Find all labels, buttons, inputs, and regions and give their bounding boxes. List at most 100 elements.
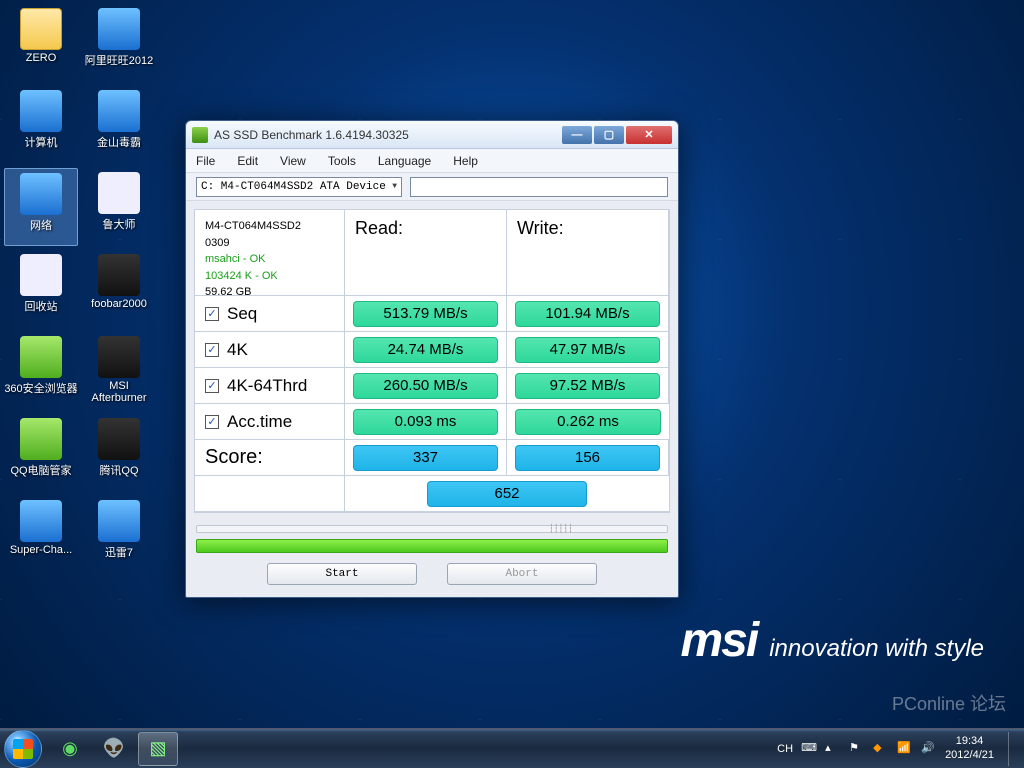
score-label-cell: Score: (195, 440, 345, 476)
score-total: 652 (427, 481, 587, 507)
menu-file[interactable]: File (196, 154, 215, 168)
menubar: File Edit View Tools Language Help (186, 149, 678, 173)
minimize-button[interactable]: — (562, 126, 592, 144)
menu-view[interactable]: View (280, 154, 306, 168)
desktop-icon-1[interactable]: 阿里旺旺2012 (82, 4, 156, 82)
desktop-icon-11[interactable]: 腾讯QQ (82, 414, 156, 492)
checkbox-0[interactable]: ✓ (205, 307, 219, 321)
volume-icon[interactable]: 🔊 (921, 741, 937, 757)
row-label-3: ✓ Acc.time (195, 404, 345, 440)
taskbar-item-as-ssd[interactable]: ▧ (138, 732, 178, 766)
desktop-icon-label: foobar2000 (91, 298, 147, 310)
desktop-icon-label: 网络 (30, 217, 52, 233)
tray-chevron-icon[interactable]: ▴ (825, 741, 841, 757)
desktop-icon-9[interactable]: MSI Afterburner (82, 332, 156, 410)
desktop-icon-2[interactable]: 计算机 (4, 86, 78, 164)
desktop-icon-8[interactable]: 360安全浏览器 (4, 332, 78, 410)
desktop-icon-glyph (20, 90, 62, 132)
desktop-icon-glyph (98, 172, 140, 214)
desktop-icon-label: QQ电脑管家 (10, 462, 71, 478)
row-read-2: 260.50 MB/s (345, 368, 507, 404)
taskbar-item-foobar[interactable]: 👽 (94, 732, 134, 766)
network-icon[interactable]: 📶 (897, 741, 913, 757)
row-label-text: 4K-64Thrd (227, 376, 307, 396)
device-driver: msahci - OK (205, 251, 266, 268)
desktop-icon-10[interactable]: QQ电脑管家 (4, 414, 78, 492)
read-value: 260.50 MB/s (353, 373, 498, 399)
desktop-icon-glyph (98, 8, 140, 50)
desktop-icon-glyph (20, 173, 62, 215)
progress-thin: ┆┆┆┆┆ (196, 525, 668, 533)
menu-edit[interactable]: Edit (237, 154, 258, 168)
desktop-icon-label: 腾讯QQ (99, 462, 138, 478)
device-combobox[interactable]: C: M4-CT064M4SSD2 ATA Device ▼ (196, 177, 402, 197)
desktop-icon-glyph (98, 336, 140, 378)
taskbar: ◉ 👽 ▧ CH ⌨ ▴ ⚑ ◆ 📶 🔊 19:34 2012/4/21 (0, 728, 1024, 768)
taskbar-item-ie[interactable]: ◉ (50, 732, 90, 766)
read-value: 0.093 ms (353, 409, 498, 435)
menu-language[interactable]: Language (378, 154, 431, 168)
score-total-cell: 652 (345, 476, 669, 512)
checkbox-2[interactable]: ✓ (205, 379, 219, 393)
desktop-icon-5[interactable]: 鲁大师 (82, 168, 156, 246)
checkbox-1[interactable]: ✓ (205, 343, 219, 357)
device-model: M4-CT064M4SSD2 (205, 218, 301, 235)
as-ssd-benchmark-window: AS SSD Benchmark 1.6.4194.30325 — ▢ ✕ Fi… (185, 120, 679, 598)
desktop-icon-glyph (98, 90, 140, 132)
start-button[interactable] (4, 730, 42, 768)
desktop-icon-0[interactable]: ZERO (4, 4, 78, 82)
desktop-icon-glyph (20, 500, 62, 542)
msi-logo: msi (681, 613, 758, 668)
desktop-icon-label: ZERO (26, 52, 57, 64)
titlebar[interactable]: AS SSD Benchmark 1.6.4194.30325 — ▢ ✕ (186, 121, 678, 149)
score-write: 156 (515, 445, 660, 471)
device-fw: 0309 (205, 235, 229, 252)
tray-lang[interactable]: CH (777, 743, 793, 755)
row-write-1: 47.97 MB/s (507, 332, 669, 368)
row-label-1: ✓4K (195, 332, 345, 368)
path-textfield[interactable] (410, 177, 668, 197)
maximize-button[interactable]: ▢ (594, 126, 624, 144)
desktop-icon-glyph (98, 500, 140, 542)
device-iops: 103424 K - OK (205, 268, 278, 285)
desktop-icon-label: Super-Cha... (10, 544, 72, 556)
menu-tools[interactable]: Tools (328, 154, 356, 168)
desktop-icon-label: 回收站 (25, 298, 58, 314)
tray-time: 19:34 (945, 735, 994, 748)
desktop-icon-label: 计算机 (25, 134, 58, 150)
keyboard-icon[interactable]: ⌨ (801, 741, 817, 757)
start-button[interactable]: Start (267, 563, 417, 585)
desktop-icon-label: 鲁大师 (103, 216, 136, 232)
desktop-icon-glyph (98, 418, 140, 460)
desktop-icon-glyph (20, 254, 62, 296)
desktop-icon-label: 阿里旺旺2012 (85, 52, 153, 68)
menu-help[interactable]: Help (453, 154, 478, 168)
button-row: Start Abort (186, 555, 678, 597)
desktop-icon-6[interactable]: 回收站 (4, 250, 78, 328)
abort-button: Abort (447, 563, 597, 585)
row-read-3: 0.093 ms (345, 404, 507, 440)
close-button[interactable]: ✕ (626, 126, 672, 144)
write-value: 97.52 MB/s (515, 373, 660, 399)
desktop-icon-12[interactable]: Super-Cha... (4, 496, 78, 574)
row-label-text: Acc.time (227, 412, 292, 432)
wallpaper-brand: msi innovation with style (681, 613, 985, 668)
write-value: 101.94 MB/s (515, 301, 660, 327)
desktop-icon-label: 迅雷7 (105, 544, 133, 560)
tray-clock[interactable]: 19:34 2012/4/21 (945, 735, 994, 761)
desktop-icon-4[interactable]: 网络 (4, 168, 78, 246)
shield-icon[interactable]: ◆ (873, 741, 889, 757)
row-read-0: 513.79 MB/s (345, 296, 507, 332)
row-write-0: 101.94 MB/s (507, 296, 669, 332)
progress-area: ┆┆┆┆┆ (186, 521, 678, 555)
desktop-icon-7[interactable]: foobar2000 (82, 250, 156, 328)
checkbox-3[interactable]: ✓ (205, 415, 219, 429)
show-desktop-button[interactable] (1008, 732, 1016, 766)
flag-icon[interactable]: ⚑ (849, 741, 865, 757)
device-info: M4-CT064M4SSD2 0309 msahci - OK 103424 K… (195, 210, 345, 296)
score-total-spacer (195, 476, 345, 512)
desktop-icon-3[interactable]: 金山毒霸 (82, 86, 156, 164)
desktop-icon-13[interactable]: 迅雷7 (82, 496, 156, 574)
write-value: 0.262 ms (515, 409, 661, 435)
row-label-text: Seq (227, 304, 257, 324)
